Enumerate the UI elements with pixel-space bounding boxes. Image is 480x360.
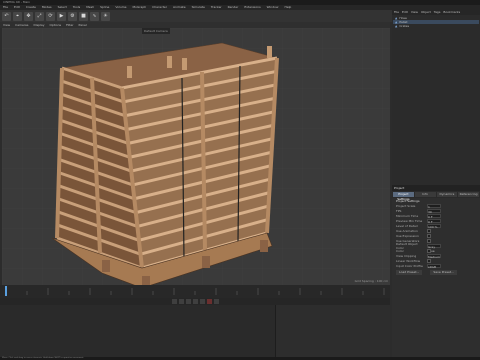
attributes-rows: Project Scale 1 FPS 30 Minimum Time 0 F Previe… <box>392 203 480 269</box>
attr-label: Project Scale <box>396 203 416 208</box>
attr-field[interactable]: 0 F <box>427 213 441 219</box>
render-settings-icon[interactable]: ⚙ <box>68 11 77 21</box>
keyframe-icon[interactable] <box>213 299 219 304</box>
attr-label: Linear Workflow <box>396 258 421 263</box>
attr-label: Level of Detail <box>396 223 418 228</box>
attr-field[interactable]: 30 <box>427 208 441 214</box>
render-view-icon[interactable]: ▶ <box>57 11 66 21</box>
attr-label: Use Expression <box>396 233 419 238</box>
coordinate-manager <box>275 305 390 357</box>
light-icon[interactable]: ☀ <box>101 11 110 21</box>
viewport-menu-options[interactable]: Options <box>50 23 62 27</box>
attr-label: Input Color Profile <box>396 263 423 268</box>
viewport-menu-filter[interactable]: Filter <box>66 23 73 27</box>
object-tab-object[interactable]: Object <box>421 10 431 15</box>
viewport-menu-view[interactable]: View <box>3 23 10 27</box>
attr-checkbox[interactable] <box>427 228 431 233</box>
attr-field[interactable]: 100 % <box>427 223 441 229</box>
attr-field[interactable]: Medium <box>427 253 441 259</box>
top-post <box>182 58 187 70</box>
next-frame-icon[interactable] <box>192 299 198 304</box>
viewport[interactable]: Default Camera Grid Spacing : 100 cm <box>2 28 390 285</box>
attr-label: FPS <box>396 208 402 213</box>
object-tab-file[interactable]: File <box>394 10 399 15</box>
attr-label: Minimum Time <box>396 213 419 218</box>
camera-label[interactable]: Default Camera <box>142 28 170 34</box>
cube-icon[interactable]: ■ <box>79 11 88 21</box>
object-tab-bookmarks[interactable]: Bookmarks <box>443 10 460 15</box>
viewport-menu-cameras[interactable]: Cameras <box>15 23 28 27</box>
attr-label: Preview Min Time <box>396 218 423 223</box>
transport-controls <box>0 298 390 305</box>
live-select-icon[interactable]: ⌖ <box>13 11 22 21</box>
pallet-block <box>260 240 268 252</box>
undo-icon[interactable]: ↶ <box>2 11 11 21</box>
object-manager: ▲ Hose ▲ Pallet ▲ Crates <box>392 15 480 185</box>
viewport-scene <box>2 28 390 285</box>
attr-checkbox[interactable] <box>427 248 431 253</box>
spline-icon[interactable]: ∿ <box>90 11 99 21</box>
pallet-block <box>202 256 210 268</box>
first-frame-icon[interactable] <box>171 299 177 304</box>
timeline[interactable] <box>0 285 390 298</box>
last-frame-icon[interactable] <box>199 299 205 304</box>
attr-checkbox[interactable] <box>427 258 431 263</box>
attributes-tabs: Project Settings Info Dynamics Referencing <box>392 191 480 201</box>
object-row[interactable]: ▲ Crates <box>393 24 479 28</box>
attr-label: Color <box>396 248 404 253</box>
attr-tab[interactable]: Referencing <box>458 192 479 197</box>
window-title: CINEMA 4D - Main <box>3 0 31 4</box>
move-icon[interactable]: ✥ <box>24 11 33 21</box>
attr-field[interactable]: sRGB <box>427 263 441 269</box>
object-icon: ▲ <box>395 24 398 28</box>
pallet-stack <box>51 42 279 285</box>
attr-checkbox[interactable] <box>427 233 431 238</box>
object-tab-view[interactable]: View <box>411 10 418 15</box>
attr-tab[interactable]: Info <box>414 192 436 197</box>
pallet-block <box>102 260 110 272</box>
attr-field[interactable]: Gray Blue <box>427 243 441 253</box>
attr-checkbox[interactable] <box>427 238 431 243</box>
attr-field[interactable]: 0 F <box>427 218 441 224</box>
right-panel: File Edit View Object Tags Bookmarks ▲ Hose ▲ Pa… <box>392 10 480 357</box>
top-post <box>167 56 172 68</box>
timeline-ruler <box>5 286 385 296</box>
grid-spacing-label: Grid Spacing : 100 cm <box>354 279 388 283</box>
scale-icon[interactable]: ⤢ <box>35 11 44 21</box>
attr-label: Use Animation <box>396 228 418 233</box>
top-post <box>267 46 272 58</box>
prev-frame-icon[interactable] <box>178 299 184 304</box>
rotate-icon[interactable]: ⟳ <box>46 11 55 21</box>
attr-tab[interactable]: Dynamics <box>436 192 458 197</box>
attr-tab[interactable]: Project Settings <box>393 192 414 201</box>
record-icon[interactable] <box>206 299 212 304</box>
object-tab-edit[interactable]: Edit <box>402 10 408 15</box>
attributes-buttons: Load Preset... Save Preset... <box>392 268 480 277</box>
top-post <box>127 66 132 78</box>
attr-field[interactable]: 1 <box>427 203 441 209</box>
object-tab-tags[interactable]: Tags <box>434 10 441 15</box>
playhead[interactable] <box>5 286 7 296</box>
play-icon[interactable] <box>185 299 191 304</box>
attr-button[interactable]: Save Preset... <box>430 270 457 275</box>
viewport-menu-display[interactable]: Display <box>33 23 44 27</box>
viewport-menu-panel[interactable]: Panel <box>79 23 87 27</box>
pallet-block <box>142 276 150 285</box>
attr-label: View Clipping <box>396 253 417 258</box>
object-name: Crates <box>399 24 410 28</box>
attr-button[interactable]: Load Preset... <box>396 270 423 275</box>
